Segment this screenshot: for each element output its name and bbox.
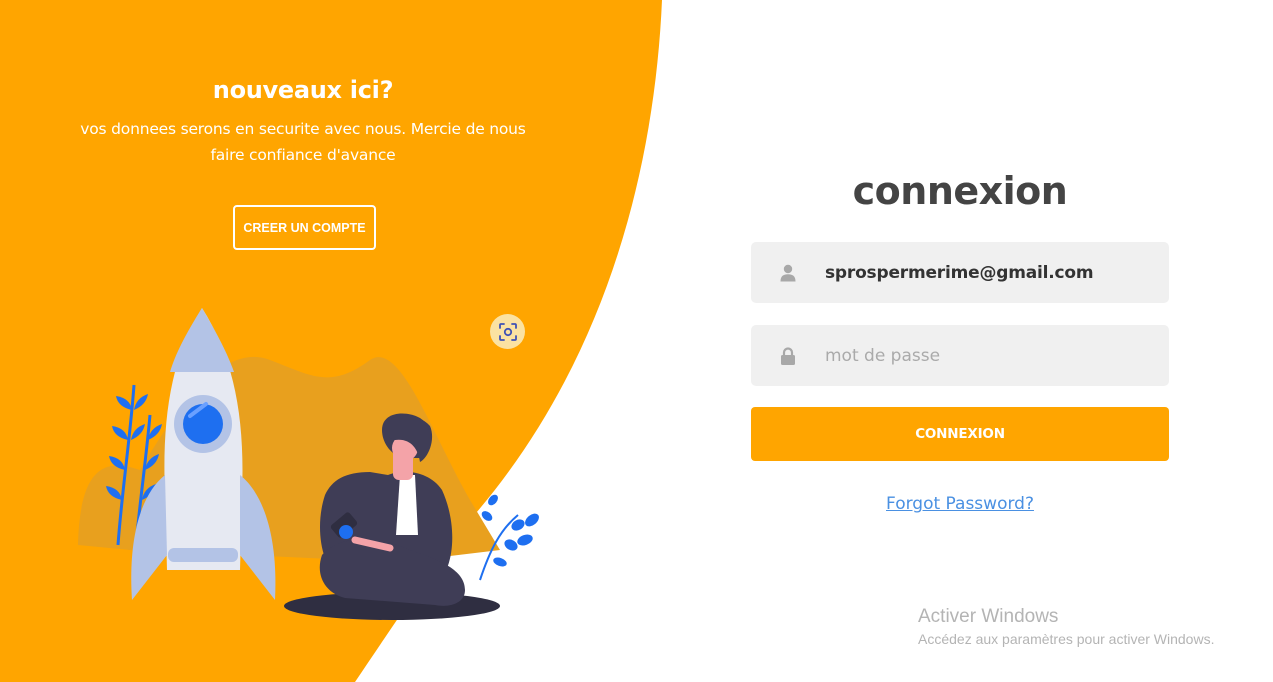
scan-button[interactable] bbox=[490, 314, 525, 349]
login-title: connexion bbox=[852, 169, 1068, 213]
signup-subtitle: vos donnees serons en securite avec nous… bbox=[80, 120, 526, 164]
email-input[interactable] bbox=[825, 252, 1155, 293]
login-page: nouveaux ici? vos donnees serons en secu… bbox=[0, 0, 1273, 682]
watermark-title: Activer Windows bbox=[918, 606, 1059, 627]
password-input[interactable] bbox=[825, 335, 1155, 376]
forgot-password-link[interactable]: Forgot Password? bbox=[751, 494, 1169, 514]
scan-icon bbox=[498, 322, 517, 341]
user-icon bbox=[751, 264, 825, 282]
watermark-subtitle: Accédez aux paramètres pour activer Wind… bbox=[918, 631, 1215, 647]
create-account-button[interactable]: CREER UN COMPTE bbox=[233, 205, 376, 250]
email-field[interactable] bbox=[751, 242, 1169, 303]
windows-activation-watermark: Activer Windows Accédez aux paramètres p… bbox=[918, 605, 1214, 649]
signup-title: nouveaux ici? bbox=[212, 76, 394, 104]
login-button[interactable]: CONNEXION bbox=[751, 407, 1169, 461]
lock-icon bbox=[751, 346, 825, 365]
signup-panel: nouveaux ici? vos donnees serons en secu… bbox=[70, 72, 536, 168]
password-field[interactable] bbox=[751, 325, 1169, 386]
rocket-and-person-illustration bbox=[78, 308, 539, 620]
